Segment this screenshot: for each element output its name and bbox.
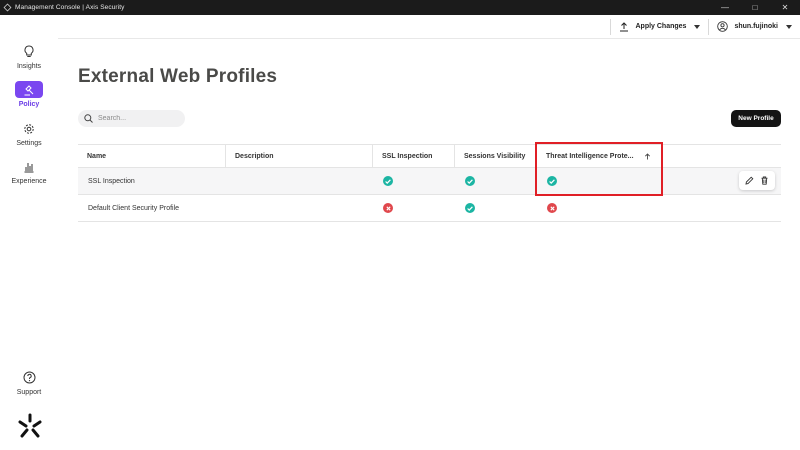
column-header-threat-intelligence[interactable]: Threat Intelligence Prote... xyxy=(537,145,662,168)
minimize-icon[interactable]: — xyxy=(710,0,740,15)
cross-circle-icon xyxy=(383,203,393,213)
close-icon[interactable]: ✕ xyxy=(770,0,800,15)
sidebar: Insights Policy Settings Experience Supp… xyxy=(0,15,58,450)
search-box[interactable] xyxy=(78,110,185,127)
column-header-sessions-visibility[interactable]: Sessions Visibility xyxy=(455,145,537,168)
sidebar-item-label: Policy xyxy=(18,101,40,108)
cell-name: SSL Inspection xyxy=(88,177,135,185)
edit-pencil-icon[interactable] xyxy=(745,176,754,185)
sort-ascending-icon[interactable] xyxy=(644,153,651,162)
gear-icon xyxy=(15,120,43,137)
user-circle-icon xyxy=(717,21,729,32)
app-icon xyxy=(3,3,12,12)
column-header-threat-intelligence-label: Threat Intelligence Prote... xyxy=(546,153,634,160)
sidebar-item-support[interactable]: Support xyxy=(0,369,58,396)
table-row[interactable]: SSL Inspection xyxy=(78,168,781,195)
page-title: External Web Profiles xyxy=(78,66,278,87)
lightbulb-icon xyxy=(15,43,43,60)
cross-circle-icon xyxy=(547,203,557,213)
check-circle-icon xyxy=(383,176,393,186)
sidebar-item-label: Insights xyxy=(16,63,42,70)
cell-description xyxy=(226,168,373,194)
cell-ssl-inspection xyxy=(373,168,455,194)
cell-threat-intelligence xyxy=(537,168,662,194)
sidebar-item-label: Support xyxy=(16,389,42,396)
check-circle-icon xyxy=(465,176,475,186)
cell-sessions-visibility xyxy=(455,195,537,221)
profiles-table: Name Description SSL Inspection Sessions… xyxy=(78,144,781,222)
check-circle-icon xyxy=(547,176,557,186)
cell-name: Default Client Security Profile xyxy=(88,204,180,212)
bar-chart-icon xyxy=(15,158,43,175)
help-circle-icon xyxy=(15,369,43,386)
maximize-icon[interactable]: □ xyxy=(740,0,770,15)
check-circle-icon xyxy=(465,203,475,213)
top-header: Apply Changes shun.fujinoki xyxy=(58,15,800,39)
table-row[interactable]: Default Client Security Profile xyxy=(78,195,781,222)
user-menu-button[interactable]: shun.fujinoki xyxy=(709,21,800,32)
sidebar-item-insights[interactable]: Insights xyxy=(0,43,58,70)
apply-changes-button[interactable]: Apply Changes xyxy=(611,21,708,32)
sidebar-item-label: Experience xyxy=(11,178,47,185)
window-title: Management Console | Axis Security xyxy=(15,4,125,11)
user-name-label: shun.fujinoki xyxy=(734,23,778,30)
sidebar-item-experience[interactable]: Experience xyxy=(0,158,58,185)
search-input[interactable] xyxy=(98,115,178,122)
upload-icon xyxy=(619,21,629,32)
delete-trash-icon[interactable] xyxy=(760,176,769,185)
cell-ssl-inspection xyxy=(373,195,455,221)
sidebar-item-label: Settings xyxy=(16,140,42,147)
window-titlebar: Management Console | Axis Security — □ ✕ xyxy=(0,0,800,15)
table-header: Name Description SSL Inspection Sessions… xyxy=(78,144,781,168)
chevron-down-icon xyxy=(694,24,701,29)
column-header-name[interactable]: Name xyxy=(78,145,226,168)
sidebar-item-policy[interactable]: Policy xyxy=(0,81,58,108)
chevron-down-icon xyxy=(786,24,792,29)
cell-sessions-visibility xyxy=(455,168,537,194)
axis-logo-icon xyxy=(18,413,42,438)
column-header-description[interactable]: Description xyxy=(226,145,373,168)
cell-description xyxy=(226,195,373,221)
new-profile-button[interactable]: New Profile xyxy=(731,110,781,127)
search-icon xyxy=(84,114,93,123)
column-header-ssl-inspection[interactable]: SSL Inspection xyxy=(373,145,455,168)
gavel-icon xyxy=(15,81,43,98)
row-actions xyxy=(739,171,775,190)
cell-threat-intelligence xyxy=(537,195,662,221)
column-header-actions xyxy=(662,145,781,168)
apply-changes-label: Apply Changes xyxy=(635,23,687,30)
sidebar-item-settings[interactable]: Settings xyxy=(0,120,58,147)
